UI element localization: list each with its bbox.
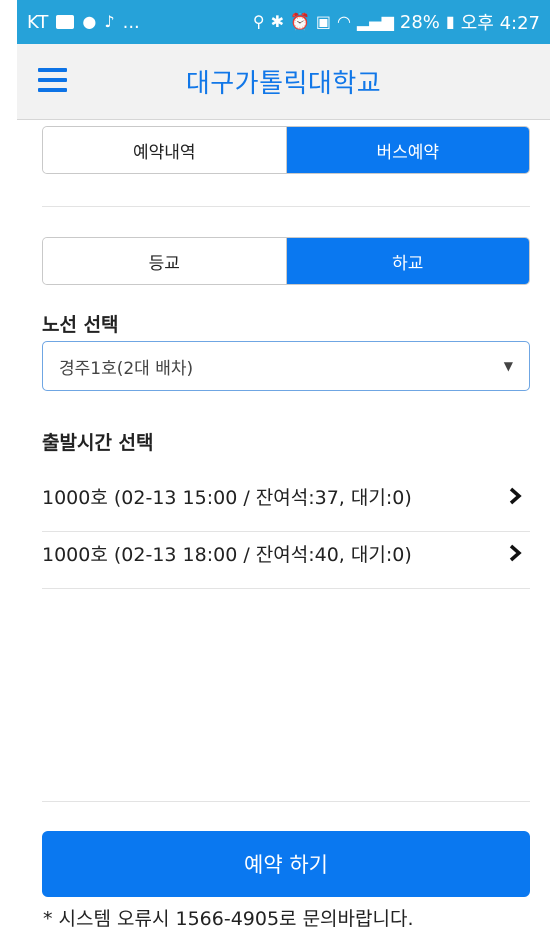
page-title: 대구가톨릭대학교 <box>185 69 382 99</box>
wifi-icon: ◠ <box>337 12 351 31</box>
music-notification-icon: ♪ <box>104 12 115 31</box>
gallery-notification-icon <box>56 15 75 29</box>
app-bar: 대구가톨릭대학교 <box>17 44 550 120</box>
battery-icon: ▮ <box>445 12 455 31</box>
menu-icon[interactable] <box>38 68 67 92</box>
tab-to-school[interactable]: 등교 <box>43 238 286 284</box>
dropdown-arrow-icon: ▼ <box>503 359 513 373</box>
signal-icon: ▂▄▆ <box>356 12 394 31</box>
tab-reservation-history[interactable]: 예약내역 <box>43 127 286 173</box>
chevron-right-icon <box>504 485 526 507</box>
alarm-icon: ⏰ <box>289 12 310 31</box>
departure-item[interactable]: 1000호 (02-13 18:00 / 잔여석:40, 대기:0) <box>42 533 530 573</box>
left-margin <box>0 0 17 946</box>
divider <box>42 801 530 802</box>
support-notice: * 시스템 오류시 1566-4905로 문의바랍니다. <box>43 908 414 930</box>
phone-screen: KT ● ♪ ... ⚲ ✱ ⏰ ▣ ◠ ▂▄▆ 28% ▮ 오후 4:27 대… <box>17 0 550 946</box>
departure-time-label: 출발시간 선택 <box>42 432 154 454</box>
status-bar: KT ● ♪ ... ⚲ ✱ ⏰ ▣ ◠ ▂▄▆ 28% ▮ 오후 4:27 <box>17 0 550 44</box>
more-notifications-dots: ... <box>122 11 140 33</box>
carrier-label: KT <box>27 11 49 33</box>
location-icon: ⚲ <box>252 12 265 31</box>
tab-bus-reservation[interactable]: 버스예약 <box>285 127 529 173</box>
hd-icon: ▣ <box>315 12 332 31</box>
departure-item-text: 1000호 (02-13 18:00 / 잔여석:40, 대기:0) <box>42 543 412 566</box>
clock: 오후 4:27 <box>460 13 540 34</box>
route-select-label: 노선 선택 <box>42 314 119 336</box>
list-divider <box>42 531 530 532</box>
main-tab-bar: 예약내역 버스예약 <box>42 126 530 174</box>
talk-notification-icon: ● <box>82 12 97 31</box>
reserve-button[interactable]: 예약 하기 <box>42 831 530 897</box>
list-divider <box>42 588 530 589</box>
battery-percent: 28% <box>399 11 440 33</box>
departure-item[interactable]: 1000호 (02-13 15:00 / 잔여석:37, 대기:0) <box>42 476 530 516</box>
route-select-value: 경주1호(2대 배차) <box>59 358 194 379</box>
direction-tab-bar: 등교 하교 <box>42 237 530 285</box>
right-margin <box>550 0 560 946</box>
route-select[interactable]: 경주1호(2대 배차) ▼ <box>42 341 530 391</box>
divider <box>42 206 530 207</box>
bluetooth-icon: ✱ <box>270 12 284 31</box>
departure-item-text: 1000호 (02-13 15:00 / 잔여석:37, 대기:0) <box>42 486 412 509</box>
tab-from-school[interactable]: 하교 <box>285 238 529 284</box>
chevron-right-icon <box>504 542 526 564</box>
